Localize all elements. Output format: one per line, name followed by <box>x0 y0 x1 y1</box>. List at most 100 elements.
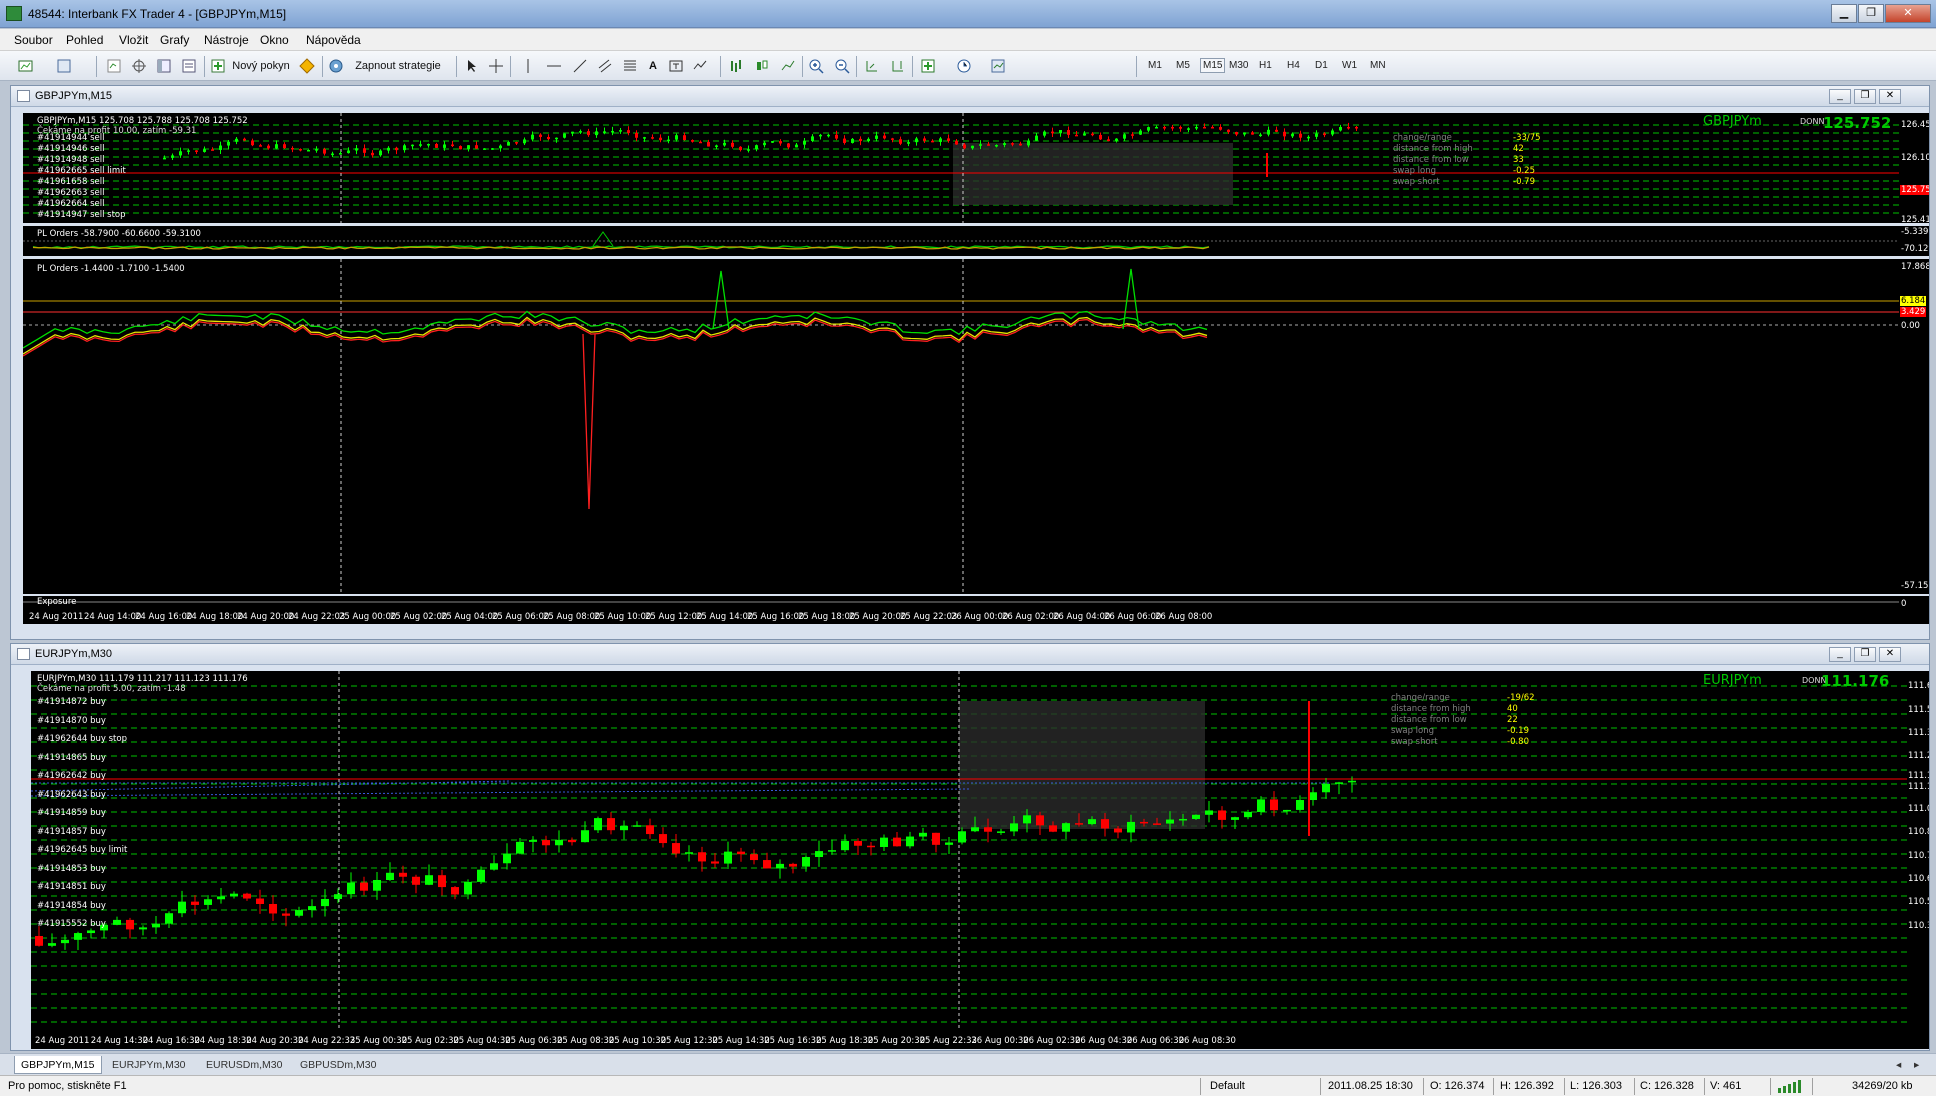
time-tick: 25 Aug 10:30 <box>608 1036 667 1046</box>
crosshair-icon[interactable] <box>488 58 504 74</box>
navigator-icon[interactable] <box>156 58 172 74</box>
candle <box>579 131 582 133</box>
menu-pohled[interactable]: Pohled <box>66 33 103 47</box>
timeframe-m30[interactable]: M30 <box>1229 60 1248 71</box>
candle <box>1299 133 1302 138</box>
timeframe-mn[interactable]: MN <box>1370 60 1386 71</box>
info-value: 42 <box>1513 144 1524 154</box>
tab-eurjpym-m30[interactable]: EURJPYm,M30 <box>106 1056 192 1074</box>
candle <box>581 830 589 843</box>
cursor-icon[interactable] <box>464 58 480 74</box>
tab-gbpusdm-m30[interactable]: GBPUSDm,M30 <box>294 1056 382 1074</box>
info-label: distance from low <box>1393 155 1469 165</box>
minimize-button[interactable]: ▁ <box>1831 4 1857 23</box>
fibonacci-icon[interactable] <box>622 58 638 74</box>
chart-minimize-button[interactable]: _ <box>1829 647 1851 662</box>
chart-restore-button[interactable]: ❐ <box>1854 89 1876 104</box>
data-window-icon[interactable] <box>131 58 147 74</box>
zoom-in-icon[interactable] <box>808 58 824 74</box>
templates-icon[interactable] <box>990 58 1006 74</box>
autoscroll-icon[interactable] <box>864 58 880 74</box>
market-watch-icon[interactable] <box>106 58 122 74</box>
chart-shift-icon[interactable] <box>890 58 906 74</box>
menu-grafy[interactable]: Grafy <box>160 33 189 47</box>
timeframe-h1[interactable]: H1 <box>1259 60 1272 71</box>
indicators-icon[interactable] <box>920 58 936 74</box>
chart-minimize-button[interactable]: _ <box>1829 89 1851 104</box>
indicator-pane-pl-orders-2[interactable]: PL Orders -1.4400 -1.7100 -1.5400 <box>23 259 1899 594</box>
timeframe-m15[interactable]: M15 <box>1200 58 1226 73</box>
exposure-pane[interactable]: Exposure 24 Aug 2011 24 Aug 14:00 24 Aug 1… <box>23 596 1899 624</box>
candle <box>427 143 430 146</box>
profiles-icon[interactable] <box>56 58 72 74</box>
tab-eurusdm-m30[interactable]: EURUSDm,M30 <box>200 1056 288 1074</box>
candle <box>355 148 358 151</box>
equidistant-channel-icon[interactable] <box>597 58 613 74</box>
terminal-icon[interactable] <box>181 58 197 74</box>
candle <box>811 136 814 141</box>
status-profile[interactable]: Default <box>1210 1080 1245 1092</box>
chart-close-button[interactable]: ✕ <box>1879 89 1901 104</box>
chart-restore-button[interactable]: ❐ <box>1854 647 1876 662</box>
candle <box>217 896 225 900</box>
price-pane[interactable]: EURJPYm,M30 111.179 111.217 111.123 111.… <box>31 671 1907 1049</box>
new-order-button[interactable]: Nový pokyn <box>228 56 294 76</box>
menu-vlozit[interactable]: Vložit <box>119 33 148 47</box>
time-tick: 25 Aug 06:00 <box>492 612 550 622</box>
price-pane[interactable]: GBPJPYm,M15 125.708 125.788 125.708 125.… <box>23 113 1899 223</box>
candle <box>191 901 199 905</box>
menu-okno[interactable]: Okno <box>260 33 289 47</box>
menu-nastroje[interactable]: Nástroje <box>204 33 249 47</box>
maximize-button[interactable]: ❐ <box>1858 4 1884 23</box>
expert-advisors-icon[interactable] <box>328 58 344 74</box>
price-axis[interactable]: 111.645 111.520 111.395 111.265 111.176111.1… <box>1907 671 1929 1049</box>
periods-icon[interactable] <box>956 58 972 74</box>
order-label: #41914946 sell <box>37 144 105 154</box>
price-tick: 111.645 <box>1908 681 1929 691</box>
bar-chart-icon[interactable] <box>728 58 744 74</box>
candle <box>235 138 238 142</box>
timeframe-h4[interactable]: H4 <box>1287 60 1300 71</box>
horizontal-line-icon[interactable] <box>546 58 562 74</box>
timeframe-m1[interactable]: M1 <box>1148 60 1162 71</box>
menu-soubor[interactable]: Soubor <box>14 33 53 47</box>
candle <box>219 145 222 150</box>
candle <box>1205 810 1213 815</box>
tabs-scroll-left-icon[interactable]: ◂ <box>1890 1056 1907 1074</box>
candle <box>412 876 420 885</box>
timeframe-w1[interactable]: W1 <box>1342 60 1357 71</box>
tabs-scroll-right-icon[interactable]: ▸ <box>1908 1056 1925 1074</box>
tab-gbpjpym-m15[interactable]: GBPJPYm,M15 <box>14 1056 102 1074</box>
auto-trading-button[interactable]: Zapnout strategie <box>346 56 450 76</box>
candle <box>595 131 598 136</box>
candle <box>419 144 422 146</box>
metaeditor-icon[interactable] <box>299 58 315 74</box>
menu-napoveda[interactable]: Nápověda <box>306 33 361 47</box>
new-order-icon[interactable] <box>210 58 226 74</box>
candle <box>499 145 502 149</box>
candle <box>750 854 758 861</box>
candle <box>1088 819 1096 825</box>
candle <box>259 145 262 147</box>
text-label-icon[interactable] <box>668 58 684 74</box>
trendline-icon[interactable] <box>572 58 588 74</box>
time-tick: 26 Aug 02:00 <box>1002 612 1060 622</box>
text-tool-icon[interactable]: A <box>646 56 660 76</box>
chart-close-button[interactable]: ✕ <box>1879 647 1901 662</box>
close-button[interactable]: ✕ <box>1885 4 1931 23</box>
arrows-icon[interactable] <box>692 58 708 74</box>
timeframe-m5[interactable]: M5 <box>1176 60 1190 71</box>
indicator-pane-pl-orders-1[interactable]: PL Orders -58.7900 -60.6600 -59.3100 <box>23 226 1899 256</box>
new-chart-icon[interactable] <box>18 58 34 74</box>
candle <box>1027 140 1030 146</box>
candle <box>1147 127 1150 131</box>
zoom-out-icon[interactable] <box>834 58 850 74</box>
time-tick: 24 Aug 20:30 <box>246 1036 304 1046</box>
timeframe-d1[interactable]: D1 <box>1315 60 1328 71</box>
vertical-line-icon[interactable] <box>520 58 536 74</box>
candlesticks-icon[interactable] <box>754 58 770 74</box>
candle <box>875 135 878 139</box>
price-axis[interactable]: 126.450 126.100 125.752 125.410 <box>1899 113 1929 223</box>
line-chart-icon[interactable] <box>780 58 796 74</box>
candle <box>1179 127 1182 129</box>
